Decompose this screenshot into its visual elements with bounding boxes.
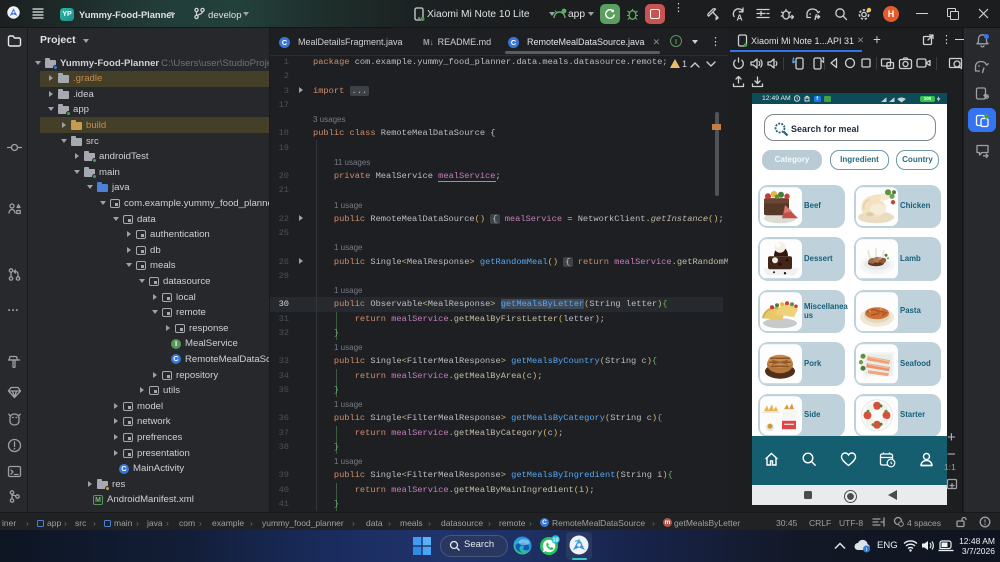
svg-text:i: i [866,547,867,553]
svg-text:10: 10 [552,537,558,543]
svg-text:A: A [737,13,743,23]
